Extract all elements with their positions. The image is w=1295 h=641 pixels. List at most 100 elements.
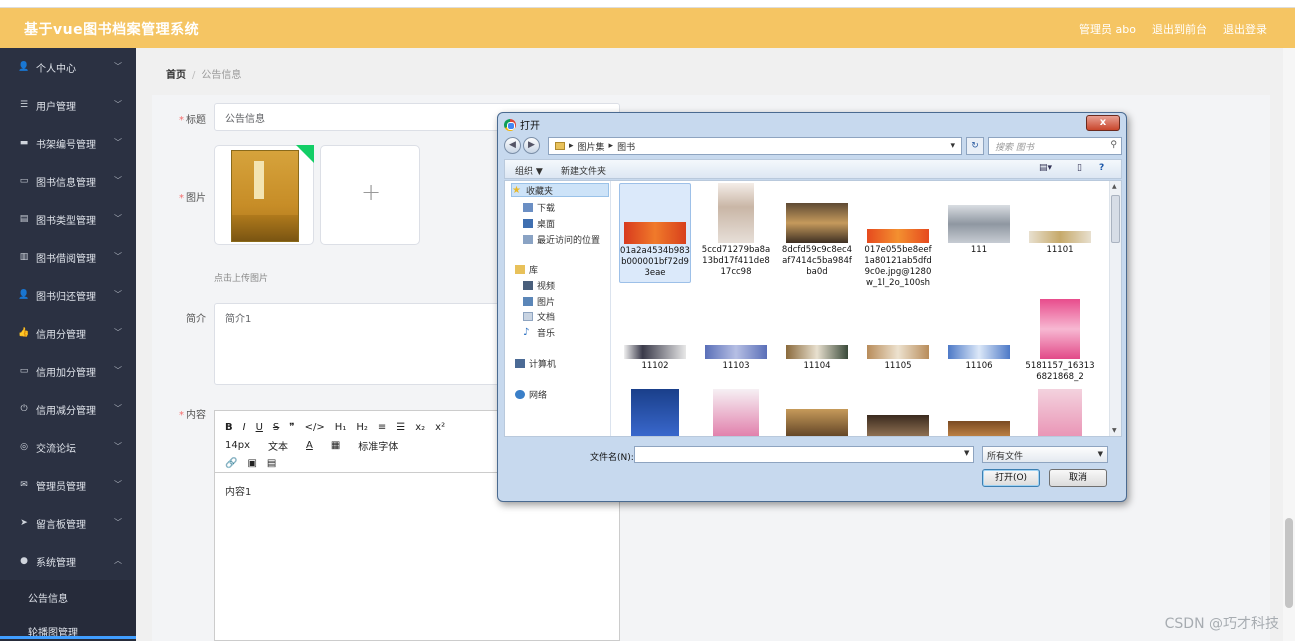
path-segment-1[interactable]: 图片集 <box>578 140 605 153</box>
back-to-front-link[interactable]: 退出到前台 <box>1152 21 1207 37</box>
strike-button[interactable]: S <box>273 422 279 433</box>
nav-pictures[interactable]: 图片 <box>523 294 555 308</box>
sidebar-item-personal[interactable]: 👤 个人中心 ﹀ <box>0 48 136 86</box>
background-color-button[interactable]: ▦ <box>331 440 340 451</box>
file-item[interactable]: 11103 <box>700 299 772 372</box>
preview-pane-icon[interactable]: ▯ <box>1077 163 1082 173</box>
search-input[interactable]: 搜索 图书 ⚲ <box>988 137 1122 155</box>
file-item[interactable] <box>943 389 1015 436</box>
filetype-select[interactable]: 所有文件 ▼ <box>982 446 1108 463</box>
sidebar-item-credit-add[interactable]: ▭ 信用加分管理 ﹀ <box>0 352 136 390</box>
sidebar-item-booktype[interactable]: ▤ 图书类型管理 ﹀ <box>0 200 136 238</box>
link-icon[interactable]: 🔗 <box>225 458 237 469</box>
path-segment-2[interactable]: 图书 <box>617 140 635 153</box>
image-upload-button[interactable]: + <box>320 145 420 245</box>
sidebar-item-system[interactable]: ● 系统管理 ︿ <box>0 542 136 580</box>
cancel-button[interactable]: 取消 <box>1049 469 1107 487</box>
font-size-select[interactable]: 14px <box>225 440 250 451</box>
nav-music[interactable]: ♪ 音乐 <box>523 325 555 339</box>
nav-favorites[interactable]: ★ 收藏夹 <box>511 183 609 197</box>
file-item[interactable]: 11104 <box>781 299 853 372</box>
sidebar-item-message[interactable]: ➤ 留言板管理 ﹀ <box>0 504 136 542</box>
help-icon[interactable]: ? <box>1099 163 1104 173</box>
sidebar-item-forum[interactable]: ◎ 交流论坛 ﹀ <box>0 428 136 466</box>
admin-user-link[interactable]: 管理员 abo <box>1079 21 1136 37</box>
bold-button[interactable]: B <box>225 422 233 433</box>
chevron-down-icon[interactable]: ▾ <box>950 141 955 151</box>
file-item[interactable]: 11105 <box>862 299 934 372</box>
file-item[interactable] <box>862 389 934 436</box>
monitor-icon: ▭ <box>19 366 29 376</box>
required-mark: * <box>179 410 184 421</box>
view-options-icon[interactable]: ▤▾ <box>1039 163 1052 173</box>
page-scrollbar[interactable] <box>1283 48 1295 641</box>
open-button[interactable]: 打开(O) <box>982 469 1040 487</box>
breadcrumb-home[interactable]: 首页 <box>166 70 186 81</box>
file-item[interactable]: 5ccd71279ba8a13bd17f411de817cc98 <box>700 183 772 278</box>
image-icon[interactable]: ▣ <box>247 458 256 469</box>
sidebar-item-credit[interactable]: 👍 信用分管理 ﹀ <box>0 314 136 352</box>
filename-dropdown-icon[interactable]: ▼ <box>964 449 969 457</box>
sidebar-item-users[interactable]: ☰ 用户管理 ﹀ <box>0 86 136 124</box>
page-scrollbar-thumb[interactable] <box>1285 518 1293 608</box>
file-item[interactable]: 01a2a4534b983b000001bf72d93eae <box>619 183 691 283</box>
sidebar-item-bookinfo[interactable]: ▭ 图书信息管理 ﹀ <box>0 162 136 200</box>
file-item[interactable]: 8dcfd59c9c8ec4af7414c5ba984fba0d <box>781 183 853 278</box>
ordered-list-button[interactable]: ≡ <box>378 422 386 433</box>
library-icon <box>515 264 525 274</box>
forward-button[interactable]: ▶ <box>523 137 540 154</box>
address-bar[interactable]: ▸ 图片集 ▸ 图书 ▾ <box>548 137 962 155</box>
file-item[interactable]: 11102 <box>619 299 691 372</box>
file-list-scrollbar[interactable]: ▲ ▼ <box>1109 181 1121 436</box>
file-list-scrollbar-thumb[interactable] <box>1111 195 1120 243</box>
sidebar-subitem-notice[interactable]: 公告信息 <box>0 580 136 614</box>
dialog-close-button[interactable]: x <box>1086 115 1120 131</box>
nav-network[interactable]: 网络 <box>515 387 547 401</box>
sidebar-item-borrow[interactable]: ▥ 图书借阅管理 ﹀ <box>0 238 136 276</box>
sidebar-item-admin[interactable]: ✉ 管理员管理 ﹀ <box>0 466 136 504</box>
file-item[interactable] <box>700 389 772 436</box>
file-item[interactable] <box>781 389 853 436</box>
refresh-button[interactable]: ↻ <box>966 137 984 155</box>
file-item[interactable] <box>619 389 691 436</box>
underline-button[interactable]: U <box>256 422 263 433</box>
header-type-select[interactable]: 文本 <box>268 438 288 453</box>
back-button[interactable]: ◀ <box>504 137 521 154</box>
scroll-down-icon[interactable]: ▼ <box>1112 427 1117 434</box>
quote-button[interactable]: ❞ <box>289 422 294 433</box>
file-item[interactable]: 017e055be8eef1a80121ab5dfd9c0e.jpg@1280w… <box>862 183 934 289</box>
video-icon[interactable]: ▤ <box>267 458 276 469</box>
file-item[interactable]: 11106 <box>943 299 1015 372</box>
nav-computer[interactable]: 计算机 <box>515 356 556 370</box>
scroll-up-icon[interactable]: ▲ <box>1112 183 1117 190</box>
code-button[interactable]: </> <box>305 422 325 433</box>
file-item[interactable]: 111 <box>943 183 1015 256</box>
nav-recent[interactable]: 最近访问的位置 <box>523 232 600 246</box>
nav-videos[interactable]: 视频 <box>523 278 555 292</box>
filename-input[interactable] <box>634 446 974 463</box>
italic-button[interactable]: I <box>243 422 246 433</box>
new-folder-button[interactable]: 新建文件夹 <box>561 164 606 177</box>
sidebar-item-credit-minus[interactable]: ⏻ 信用减分管理 ﹀ <box>0 390 136 428</box>
subscript-button[interactable]: x₂ <box>415 422 425 433</box>
h1-button[interactable]: H₁ <box>335 422 347 433</box>
font-family-select[interactable]: 标准字体 <box>358 438 398 453</box>
file-item[interactable]: 11101 <box>1024 183 1096 256</box>
content-label-text: 内容 <box>186 410 206 421</box>
nav-documents[interactable]: 文档 <box>523 309 555 323</box>
h2-button[interactable]: H₂ <box>356 422 368 433</box>
superscript-button[interactable]: x² <box>435 422 445 433</box>
logout-link[interactable]: 退出登录 <box>1223 21 1267 37</box>
nav-library[interactable]: 库 <box>515 262 538 276</box>
file-item[interactable] <box>1024 389 1096 436</box>
sidebar-item-return[interactable]: 👤 图书归还管理 ﹀ <box>0 276 136 314</box>
file-item[interactable]: 5181157_163136821868_2 <box>1024 299 1096 383</box>
nav-downloads[interactable]: 下载 <box>523 200 555 214</box>
uploaded-image-thumb[interactable] <box>214 145 314 245</box>
font-color-button[interactable]: A <box>306 440 313 451</box>
organize-button[interactable]: 组织 ▼ <box>515 164 543 177</box>
file-list: 01a2a4534b983b000001bf72d93eae 5ccd71279… <box>617 181 1111 436</box>
sidebar-item-shelf[interactable]: ▬ 书架编号管理 ﹀ <box>0 124 136 162</box>
bullet-list-button[interactable]: ☰ <box>396 422 405 433</box>
nav-desktop[interactable]: 桌面 <box>523 216 555 230</box>
